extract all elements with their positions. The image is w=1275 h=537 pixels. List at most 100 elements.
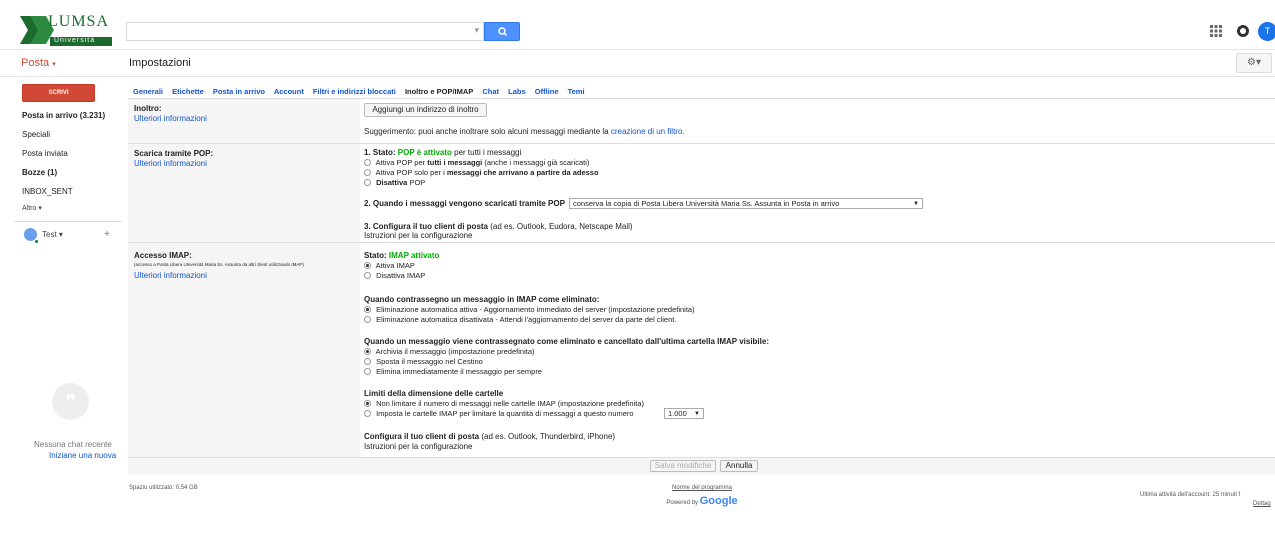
settings-tabs: Generali Etichette Posta in arrivo Accou… bbox=[133, 87, 592, 96]
start-new-chat-link[interactable]: Iniziane una nuova bbox=[49, 451, 116, 460]
imap-trash-option[interactable]: Sposta il messaggio nel Cestino bbox=[364, 357, 483, 366]
imap-limits-title-text: Limiti della dimensione delle cartelle bbox=[364, 389, 504, 398]
imap-title: Accesso IMAP: bbox=[134, 251, 192, 260]
cancel-button[interactable]: Annulla bbox=[720, 460, 758, 472]
pop-option-disable[interactable]: Disattiva POP bbox=[364, 178, 425, 187]
create-filter-link[interactable]: creazione di un filtro. bbox=[611, 127, 685, 136]
radio-button-selected[interactable] bbox=[364, 306, 371, 313]
radio-button-selected[interactable] bbox=[364, 400, 371, 407]
chat-user-label[interactable]: Test ▾ bbox=[42, 230, 63, 239]
imap-limit-select[interactable]: 1.000 ▼ bbox=[664, 408, 704, 419]
imap-delete-forever-label: Elimina immediatamente il messaggio per … bbox=[376, 367, 542, 376]
pop-title: Scarica tramite POP: bbox=[134, 149, 214, 158]
imap-archive-option[interactable]: Archivia il messaggio (impostazione pred… bbox=[364, 347, 535, 356]
pop-config-suffix: (ad es. Outlook, Eudora, Netscape Mail) bbox=[490, 222, 633, 231]
sidebar: SCRIVI Posta in arrivo (3.231) Speciali … bbox=[0, 77, 122, 537]
radio-button[interactable] bbox=[364, 179, 371, 186]
radio-button[interactable] bbox=[364, 159, 371, 166]
last-activity: Ultima attività dell'account: 25 minuti … bbox=[1140, 492, 1241, 498]
gear-icon: ⚙▾ bbox=[1247, 57, 1261, 68]
tab-labs[interactable]: Labs bbox=[508, 87, 526, 96]
imap-autoexpunge-on[interactable]: Eliminazione automatica attiva - Aggiorn… bbox=[364, 305, 695, 314]
imap-enable-option[interactable]: Attiva IMAP bbox=[364, 261, 415, 270]
sidebar-item-starred[interactable]: Speciali bbox=[22, 130, 50, 139]
imap-status-label: Stato: bbox=[364, 251, 387, 260]
tab-themes[interactable]: Temi bbox=[568, 87, 585, 96]
sidebar-item-inbox[interactable]: Posta in arrivo (3.231) bbox=[22, 111, 105, 120]
pop-action-select-value: conserva la copia di Posta Libera Univer… bbox=[573, 199, 840, 208]
tab-inbox[interactable]: Posta in arrivo bbox=[213, 87, 265, 96]
add-chat-icon[interactable]: + bbox=[104, 229, 110, 240]
radio-button[interactable] bbox=[364, 169, 371, 176]
forwarding-learn-more-link[interactable]: Ulteriori informazioni bbox=[134, 114, 207, 123]
tab-accounts[interactable]: Account bbox=[274, 87, 304, 96]
notifications-icon[interactable] bbox=[1237, 25, 1249, 37]
imap-delete-forever-option[interactable]: Elimina immediatamente il messaggio per … bbox=[364, 367, 542, 376]
tab-labels[interactable]: Etichette bbox=[172, 87, 204, 96]
imap-status-value: IMAP attivato bbox=[388, 251, 440, 260]
imap-autoexpunge-off[interactable]: Eliminazione automatica disattivata - At… bbox=[364, 315, 676, 324]
search-box[interactable]: ▾ bbox=[126, 22, 484, 41]
forwarding-title: Inoltro: bbox=[134, 104, 162, 113]
search-options-icon[interactable]: ▾ bbox=[474, 25, 479, 36]
radio-button-selected[interactable] bbox=[364, 262, 371, 269]
save-changes-button[interactable]: Salva modifiche bbox=[650, 460, 716, 472]
pop-option-disable-bold: Disattiva bbox=[376, 178, 408, 187]
pop-status-value: POP è attivato bbox=[397, 148, 452, 157]
imap-config-suffix: (ad es. Outlook, Thunderbird, iPhone) bbox=[481, 432, 616, 441]
pop-status-suffix: per tutti i messaggi bbox=[454, 148, 522, 157]
imap-no-limit-option[interactable]: Non limitare il numero di messaggi nelle… bbox=[364, 399, 644, 408]
tab-filters[interactable]: Filtri e indirizzi bloccati bbox=[313, 87, 396, 96]
tab-chat[interactable]: Chat bbox=[482, 87, 499, 96]
compose-button[interactable]: SCRIVI bbox=[22, 84, 95, 102]
imap-deleted-title: Quando contrassegno un messaggio in IMAP… bbox=[364, 295, 599, 304]
imap-limit-option[interactable]: Imposta le cartelle IMAP per limitare la… bbox=[364, 409, 634, 418]
mail-switcher[interactable]: Posta ▾ bbox=[21, 57, 56, 69]
imap-config-instructions-link[interactable]: Istruzioni per la configurazione bbox=[364, 442, 473, 451]
pop-config-instructions-link[interactable]: Istruzioni per la configurazione bbox=[364, 231, 473, 240]
account-avatar[interactable]: T bbox=[1258, 22, 1275, 41]
no-chat-text: Nessuna chat recente bbox=[34, 440, 112, 449]
pop-status-label: 1. Stato: bbox=[364, 148, 396, 157]
apps-grid-icon[interactable] bbox=[1210, 25, 1222, 37]
search-button[interactable] bbox=[484, 22, 520, 41]
sidebar-item-sent[interactable]: Posta inviata bbox=[22, 149, 68, 158]
pop-option-all[interactable]: Attiva POP per tutti i messaggi (anche i… bbox=[364, 158, 589, 167]
pop-option-all-note: (anche i messaggi già scaricati) bbox=[484, 158, 590, 167]
radio-button[interactable] bbox=[364, 316, 371, 323]
imap-expunge-title: Quando un messaggio viene contrassegnato… bbox=[364, 337, 769, 346]
sidebar-item-drafts[interactable]: Bozze (1) bbox=[22, 168, 57, 177]
settings-gear-button[interactable]: ⚙▾ bbox=[1236, 53, 1272, 73]
pop-option-new[interactable]: Attiva POP solo per i messaggi che arriv… bbox=[364, 168, 599, 177]
program-policies-link[interactable]: Norme del programma bbox=[662, 485, 742, 491]
radio-button[interactable] bbox=[364, 272, 371, 279]
google-logo: Google bbox=[699, 495, 738, 507]
forwarding-tip-text: Suggerimento: puoi anche inoltrare solo … bbox=[364, 127, 609, 136]
imap-config: Configura il tuo client di posta (ad es.… bbox=[364, 432, 615, 441]
radio-button[interactable] bbox=[364, 410, 371, 417]
tab-forwarding-pop-imap[interactable]: Inoltro e POP/IMAP bbox=[405, 87, 473, 96]
tab-offline[interactable]: Offline bbox=[535, 87, 559, 96]
storage-used: Spazio utilizzato: 0,54 GB bbox=[129, 485, 198, 491]
sidebar-item-inbox-sent[interactable]: INBOX_SENT bbox=[22, 187, 73, 196]
imap-learn-more-link[interactable]: Ulteriori informazioni bbox=[134, 271, 207, 280]
mail-label: Posta bbox=[21, 57, 50, 69]
imap-config-label: Configura il tuo client di posta bbox=[364, 432, 480, 441]
search-input[interactable] bbox=[127, 23, 483, 40]
tab-general[interactable]: Generali bbox=[133, 87, 163, 96]
pop-status: 1. Stato: POP è attivato per tutti i mes… bbox=[364, 148, 521, 157]
radio-button[interactable] bbox=[364, 368, 371, 375]
sidebar-item-more[interactable]: Altro ▾ bbox=[22, 204, 42, 212]
add-forwarding-address-button[interactable]: Aggiungi un indirizzo di inoltro bbox=[364, 103, 487, 117]
sub-bar bbox=[0, 50, 1275, 77]
imap-disable-option[interactable]: Disattiva IMAP bbox=[364, 271, 425, 280]
settings-panel: Inoltro: Ulteriori informazioni Aggiungi… bbox=[128, 98, 1275, 475]
pop-action-select[interactable]: conserva la copia di Posta Libera Univer… bbox=[569, 198, 923, 209]
imap-archive-label: Archivia il messaggio (impostazione pred… bbox=[375, 347, 535, 356]
imap-autoexpunge-off-label: Eliminazione automatica disattivata - At… bbox=[376, 315, 677, 324]
activity-details-link[interactable]: Dettag bbox=[1253, 501, 1271, 507]
radio-button-selected[interactable] bbox=[364, 348, 371, 355]
radio-button[interactable] bbox=[364, 358, 371, 365]
pop-learn-more-link[interactable]: Ulteriori informazioni bbox=[134, 159, 207, 168]
chevron-down-icon: ▼ bbox=[913, 201, 919, 207]
